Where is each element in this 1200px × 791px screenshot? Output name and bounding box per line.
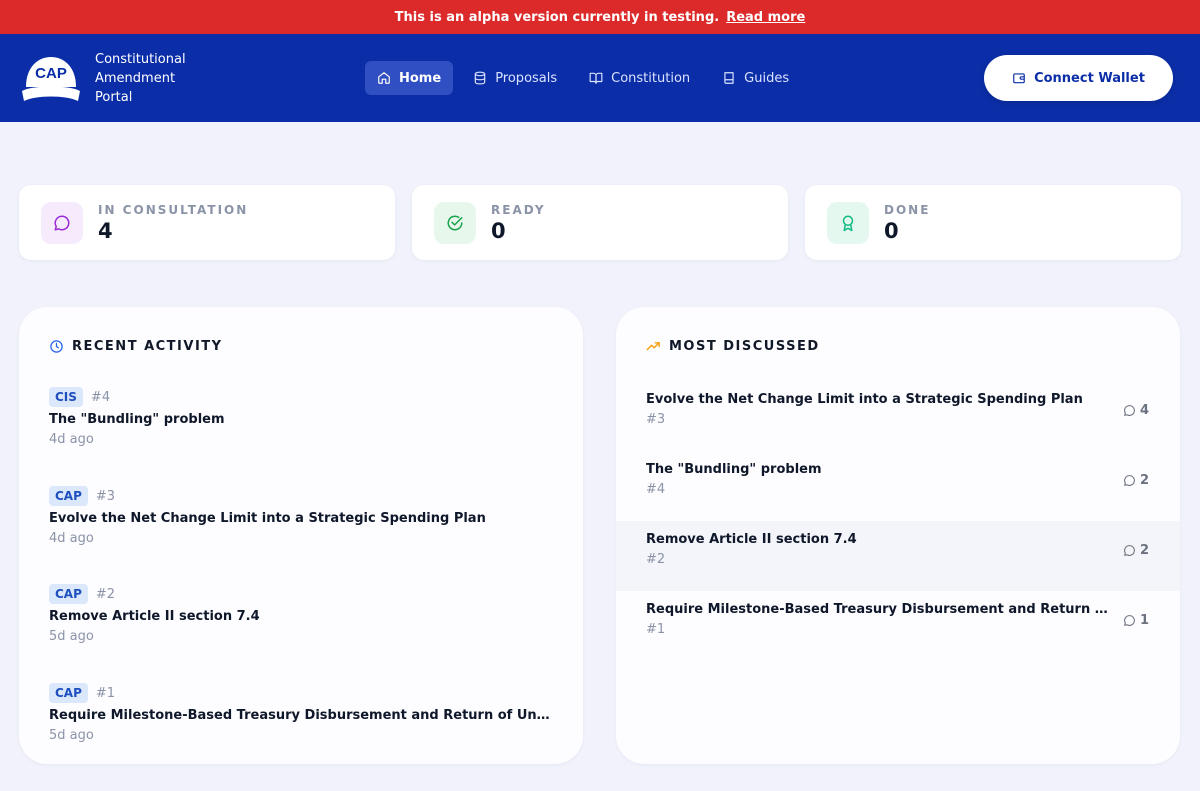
comment-icon: [1124, 475, 1135, 486]
comment-count: 1: [1123, 613, 1149, 628]
read-more-link[interactable]: Read more: [726, 10, 805, 25]
activity-title[interactable]: Remove Article II section 7.4: [49, 609, 554, 624]
nav-proposals-label: Proposals: [495, 70, 558, 86]
most-discussed-title: MOST DISCUSSED: [646, 339, 820, 354]
stat-card-done[interactable]: DONE 0: [805, 185, 1181, 260]
most-discussed-panel: MOST DISCUSSED Evolve the Net Change Lim…: [616, 307, 1180, 764]
activity-item[interactable]: CAP #1 Require Milestone-Based Treasury …: [49, 683, 554, 743]
nav-constitution[interactable]: Constitution: [577, 61, 702, 95]
discussed-item[interactable]: Remove Article II section 7.4 #2 2: [616, 521, 1180, 591]
brand-name: Constitutional Amendment Portal: [95, 52, 186, 105]
comment-count: 4: [1123, 403, 1149, 418]
activity-item[interactable]: CAP #2 Remove Article II section 7.4 5d …: [49, 584, 554, 644]
recent-activity-title: RECENT ACTIVITY: [49, 339, 223, 354]
stat-card-in-consultation[interactable]: IN CONSULTATION 4: [19, 185, 395, 260]
comment-count-value: 2: [1139, 473, 1149, 488]
alpha-banner-text: This is an alpha version currently in te…: [394, 9, 720, 25]
most-discussed-title-text: MOST DISCUSSED: [669, 339, 820, 354]
stat-value: 4: [98, 218, 113, 243]
activity-time: 5d ago: [49, 728, 94, 743]
issue-number: #2: [646, 552, 666, 567]
main-nav: Home Proposals Constitution Guides: [365, 61, 801, 95]
type-tag: CIS: [49, 387, 83, 407]
discussed-title[interactable]: Require Milestone-Based Treasury Disburs…: [646, 602, 1116, 617]
nav-guides[interactable]: Guides: [710, 61, 801, 95]
activity-time: 5d ago: [49, 629, 94, 644]
issue-number: #2: [95, 586, 116, 602]
type-tag: CAP: [49, 584, 88, 604]
nav-guides-label: Guides: [744, 70, 790, 86]
activity-item[interactable]: CAP #3 Evolve the Net Change Limit into …: [49, 486, 554, 546]
nav-home-label: Home: [399, 70, 442, 86]
stat-label: DONE: [884, 202, 931, 217]
nav-home[interactable]: Home: [365, 61, 454, 95]
comment-icon: [1124, 545, 1135, 556]
cap-logo-icon: CAP: [22, 56, 80, 101]
database-icon: [474, 71, 486, 85]
comment-count: 2: [1123, 473, 1149, 488]
discussed-title[interactable]: Evolve the Net Change Limit into a Strat…: [646, 392, 1116, 407]
issue-number: #4: [90, 389, 111, 405]
brand[interactable]: CAP Constitutional Amendment Portal: [22, 50, 205, 107]
activity-title[interactable]: Require Milestone-Based Treasury Disburs…: [49, 708, 554, 723]
stat-label: IN CONSULTATION: [98, 202, 249, 217]
logo-text: CAP: [35, 65, 67, 82]
stat-icon-box: [434, 201, 476, 244]
type-tag: CAP: [49, 486, 88, 506]
nav-proposals[interactable]: Proposals: [461, 61, 569, 95]
clock-icon: [50, 340, 63, 353]
comment-count-value: 4: [1139, 403, 1149, 418]
comment-icon: [1124, 615, 1135, 626]
discussed-title[interactable]: Remove Article II section 7.4: [646, 532, 1116, 547]
issue-number: #3: [95, 488, 116, 504]
comment-count-value: 2: [1139, 543, 1149, 558]
connect-wallet-label: Connect Wallet: [1034, 70, 1145, 86]
stat-icon-box: [41, 201, 83, 244]
home-icon: [378, 72, 390, 84]
stat-icon-box: [827, 201, 869, 244]
stat-card-ready[interactable]: READY 0: [412, 185, 788, 260]
activity-title[interactable]: The "Bundling" problem: [49, 412, 554, 427]
issue-number: #3: [646, 412, 666, 427]
stat-value: 0: [491, 218, 506, 243]
activity-item[interactable]: CIS #4 The "Bundling" problem 4d ago: [49, 387, 554, 447]
discussed-title[interactable]: The "Bundling" problem: [646, 462, 1116, 477]
discussed-item[interactable]: Evolve the Net Change Limit into a Strat…: [616, 381, 1180, 451]
message-icon: [54, 214, 70, 230]
comment-count: 2: [1123, 543, 1149, 558]
discussed-item[interactable]: The "Bundling" problem #4 2: [616, 451, 1180, 521]
stat-value: 0: [884, 218, 899, 243]
recent-activity-panel: RECENT ACTIVITY CIS #4 The "Bundling" pr…: [19, 307, 583, 764]
issue-number: #1: [95, 685, 116, 701]
nav-constitution-label: Constitution: [611, 70, 691, 86]
trending-up-icon: [646, 342, 660, 351]
alpha-banner: This is an alpha version currently in te…: [0, 0, 1200, 34]
discussed-item[interactable]: Require Milestone-Based Treasury Disburs…: [616, 591, 1180, 661]
check-circle-icon: [447, 214, 463, 230]
book-open-icon: [589, 72, 603, 84]
issue-number: #4: [646, 482, 666, 497]
stat-label: READY: [491, 202, 546, 217]
book-icon: [724, 72, 734, 84]
type-tag: CAP: [49, 683, 88, 703]
recent-activity-title-text: RECENT ACTIVITY: [72, 339, 223, 354]
activity-time: 4d ago: [49, 432, 94, 447]
activity-time: 4d ago: [49, 531, 94, 546]
award-icon: [842, 215, 854, 231]
connect-wallet-button[interactable]: Connect Wallet: [984, 55, 1173, 101]
issue-number: #1: [646, 622, 666, 637]
wallet-icon: [1013, 73, 1025, 84]
activity-title[interactable]: Evolve the Net Change Limit into a Strat…: [49, 511, 554, 526]
comment-count-value: 1: [1139, 613, 1149, 628]
comment-icon: [1124, 405, 1135, 416]
